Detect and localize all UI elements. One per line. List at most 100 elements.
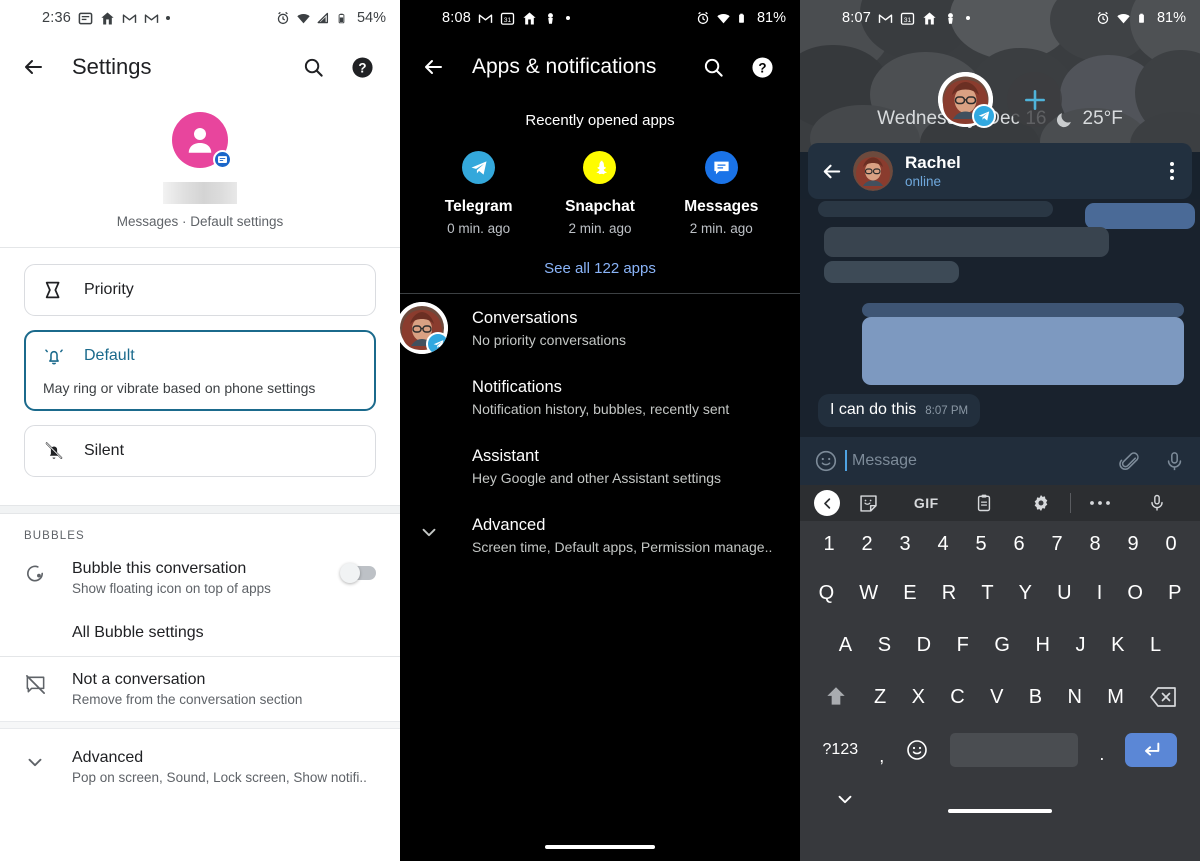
key-w[interactable]: W — [859, 582, 878, 605]
message-bubble-incoming[interactable]: I can do this 8:07 PM — [818, 394, 981, 427]
key-o[interactable]: O — [1127, 582, 1143, 605]
key-3[interactable]: 3 — [899, 533, 910, 556]
key-6[interactable]: 6 — [1013, 533, 1024, 556]
key-k[interactable]: K — [1111, 634, 1124, 657]
chevron-down-icon[interactable] — [834, 788, 856, 810]
row-not-a-conversation[interactable]: Not a conversation Remove from the conve… — [0, 657, 400, 721]
kebab-menu-icon[interactable] — [1170, 162, 1180, 180]
search-icon[interactable] — [702, 56, 725, 79]
key-symbols[interactable]: ?123 — [823, 741, 859, 759]
sticker-icon[interactable] — [840, 493, 898, 514]
key-1[interactable]: 1 — [823, 533, 834, 556]
navigation-pill[interactable] — [948, 809, 1052, 813]
redacted-message — [862, 317, 1184, 385]
key-l[interactable]: L — [1150, 634, 1161, 657]
key-p[interactable]: P — [1168, 582, 1181, 605]
key-i[interactable]: I — [1097, 582, 1103, 605]
emoji-key-icon[interactable] — [905, 738, 929, 762]
microphone-icon[interactable] — [1163, 450, 1186, 473]
battery-percent: 54% — [356, 10, 386, 26]
key-h[interactable]: H — [1036, 634, 1050, 657]
settings-gear-icon[interactable] — [1013, 493, 1071, 513]
gif-button[interactable]: GIF — [898, 495, 956, 511]
key-q[interactable]: Q — [819, 582, 835, 605]
key-r[interactable]: R — [942, 582, 956, 605]
key-m[interactable]: M — [1107, 686, 1124, 709]
key-0[interactable]: 0 — [1165, 533, 1176, 556]
key-5[interactable]: 5 — [975, 533, 986, 556]
importance-options: Priority Default May ring or vibrate bas… — [0, 248, 400, 499]
key-g[interactable]: G — [994, 634, 1010, 657]
key-x[interactable]: X — [912, 686, 925, 709]
back-button[interactable] — [820, 160, 843, 183]
key-d[interactable]: D — [917, 634, 931, 657]
key-j[interactable]: J — [1076, 634, 1086, 657]
row-advanced[interactable]: Advanced Pop on screen, Sound, Lock scre… — [0, 729, 400, 799]
messages-icon — [704, 151, 738, 184]
key-c[interactable]: C — [950, 686, 964, 709]
key-4[interactable]: 4 — [937, 533, 948, 556]
signal-icon — [316, 11, 331, 26]
key-t[interactable]: T — [981, 582, 993, 605]
key-f[interactable]: F — [957, 634, 969, 657]
emoji-icon[interactable] — [814, 449, 838, 473]
priority-flag-icon — [43, 279, 65, 301]
key-v[interactable]: V — [990, 686, 1003, 709]
help-icon[interactable]: ? — [351, 56, 374, 79]
key-8[interactable]: 8 — [1089, 533, 1100, 556]
help-icon[interactable]: ? — [751, 56, 774, 79]
svg-text:31: 31 — [504, 16, 512, 23]
microphone-icon[interactable] — [1129, 493, 1187, 513]
key-a[interactable]: A — [839, 634, 852, 657]
row-advanced[interactable]: Advanced Screen time, Default apps, Perm… — [400, 501, 800, 570]
collapse-icon[interactable] — [814, 490, 840, 516]
row-assistant[interactable]: Assistant Hey Google and other Assistant… — [400, 432, 800, 501]
back-button[interactable] — [416, 50, 450, 84]
add-bubble-icon[interactable] — [1007, 72, 1062, 127]
chat-bubble-avatar[interactable] — [938, 72, 996, 128]
key-b[interactable]: B — [1029, 686, 1042, 709]
importance-option-priority[interactable]: Priority — [24, 264, 376, 316]
contact-avatar[interactable] — [853, 151, 893, 191]
recent-app-telegram[interactable]: Telegram 0 min. ago — [424, 151, 534, 236]
row-subtitle: Screen time, Default apps, Permission ma… — [472, 539, 773, 555]
more-icon[interactable] — [1071, 499, 1129, 507]
importance-label: Default — [84, 347, 135, 364]
shift-icon[interactable] — [823, 684, 849, 710]
importance-option-default[interactable]: Default May ring or vibrate based on pho… — [24, 330, 376, 411]
key-space[interactable] — [950, 733, 1079, 767]
svg-text:?: ? — [358, 60, 366, 75]
message-input[interactable]: Message — [845, 450, 917, 471]
key-enter[interactable] — [1125, 733, 1178, 767]
backspace-icon[interactable] — [1149, 686, 1177, 708]
row-bubble-this-conversation[interactable]: Bubble this conversation Show floating i… — [0, 546, 400, 610]
key-u[interactable]: U — [1057, 582, 1071, 605]
clipboard-icon[interactable] — [955, 493, 1013, 513]
row-subtitle: No priority conversations — [472, 332, 627, 348]
back-button[interactable] — [16, 50, 50, 84]
see-all-apps-link[interactable]: See all 122 apps — [400, 242, 800, 293]
row-notifications[interactable]: Notifications Notification history, bubb… — [400, 363, 800, 432]
attachment-icon[interactable] — [1118, 450, 1141, 473]
key-comma[interactable]: , — [879, 746, 884, 767]
search-icon[interactable] — [302, 56, 325, 79]
navigation-pill[interactable] — [545, 845, 655, 849]
floating-bubble-avatar[interactable] — [400, 302, 448, 354]
importance-option-silent[interactable]: Silent — [24, 425, 376, 477]
key-2[interactable]: 2 — [861, 533, 872, 556]
key-z[interactable]: Z — [874, 686, 886, 709]
battery-icon — [1136, 11, 1151, 26]
key-period[interactable]: . — [1099, 744, 1104, 765]
bubble-toggle[interactable] — [340, 563, 376, 583]
key-n[interactable]: N — [1067, 686, 1081, 709]
key-9[interactable]: 9 — [1127, 533, 1138, 556]
key-s[interactable]: S — [878, 634, 891, 657]
key-7[interactable]: 7 — [1051, 533, 1062, 556]
row-conversations[interactable]: Conversations No priority conversations — [400, 294, 800, 363]
status-bar-right: 8:07 31 81% — [800, 0, 1200, 36]
recent-app-messages[interactable]: Messages 2 min. ago — [666, 151, 776, 236]
key-e[interactable]: E — [903, 582, 916, 605]
key-y[interactable]: Y — [1019, 582, 1032, 605]
recent-app-snapchat[interactable]: Snapchat 2 min. ago — [545, 151, 655, 236]
row-all-bubble-settings[interactable]: All Bubble settings — [0, 610, 400, 656]
